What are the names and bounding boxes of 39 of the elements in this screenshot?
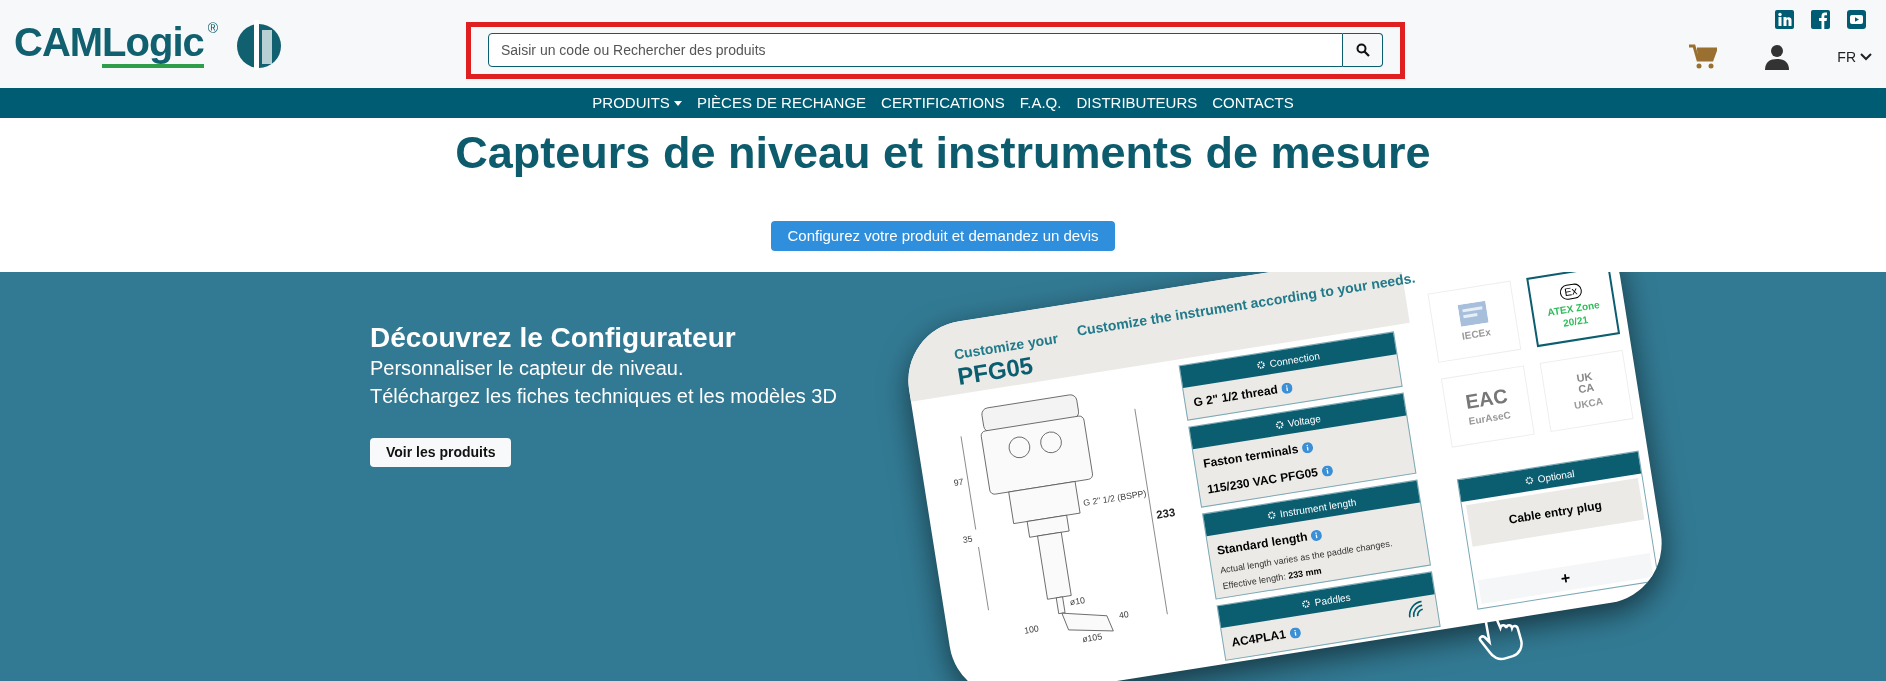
certificate-tile[interactable]: Ex ATEX Zone 20/21 — [1526, 272, 1621, 348]
panel-title: Connection — [1268, 348, 1321, 371]
logo-text[interactable]: CAMLogic — [14, 18, 204, 70]
panel-title: Paddles — [1313, 590, 1352, 610]
hero-title: Découvrez le Configurateur — [370, 321, 736, 355]
card-headline: Customize the instrument according to your needs. — [1075, 272, 1417, 341]
ukca-mark: UK CA — [1574, 370, 1596, 396]
add-button[interactable]: + — [1477, 553, 1654, 604]
certificate-tile[interactable]: UK CA UKCA — [1539, 349, 1634, 433]
nav-link[interactable]: CONTACTS — [1212, 91, 1294, 115]
facebook-icon[interactable] — [1811, 10, 1830, 29]
hero-text: Téléchargez les fiches techniques et les modèles 3D — [370, 383, 837, 409]
nav-link[interactable]: PRODUITS — [592, 91, 682, 115]
search-button[interactable] — [1343, 33, 1383, 67]
registered-mark: ® — [207, 19, 219, 38]
user-icon[interactable] — [1765, 44, 1790, 70]
certificate-tile[interactable]: EAC EurAseC — [1440, 365, 1535, 448]
search-icon — [1355, 43, 1370, 57]
hero-text: Personnaliser le capteur de niveau. — [370, 356, 684, 381]
certificate-label: UKCA — [1572, 394, 1605, 413]
youtube-icon[interactable] — [1847, 10, 1866, 29]
page-title: Capteurs de niveau et instruments de mesure — [455, 130, 1431, 175]
cart-icon[interactable] — [1689, 44, 1718, 70]
option-value: AC4PLA1 — [1230, 626, 1287, 652]
panel-title: Instrument length — [1278, 494, 1358, 521]
linkedin-icon[interactable] — [1775, 10, 1794, 29]
nav-link[interactable]: F.A.Q. — [1019, 91, 1062, 115]
option-value: G 2" 1/2 thread — [1192, 381, 1279, 412]
chevron-down-icon — [1860, 53, 1872, 61]
nav-link[interactable]: PIÈCES DE RECHANGE — [696, 91, 867, 115]
language-selector[interactable]: FR — [1837, 46, 1872, 68]
certificate-label: IECEx — [1460, 325, 1493, 344]
view-products-button[interactable]: Voir les produits — [370, 438, 512, 467]
nav-link[interactable]: DISTRIBUTEURS — [1076, 91, 1198, 115]
certificate-logo-icon — [1457, 300, 1489, 327]
search-field[interactable]: Saisir un code ou Rechercher des produits — [488, 33, 1343, 67]
panel-title: Voltage — [1286, 411, 1322, 431]
nav-link[interactable]: CERTIFICATIONS — [881, 91, 1005, 115]
option-value: Faston terminals — [1201, 440, 1300, 471]
